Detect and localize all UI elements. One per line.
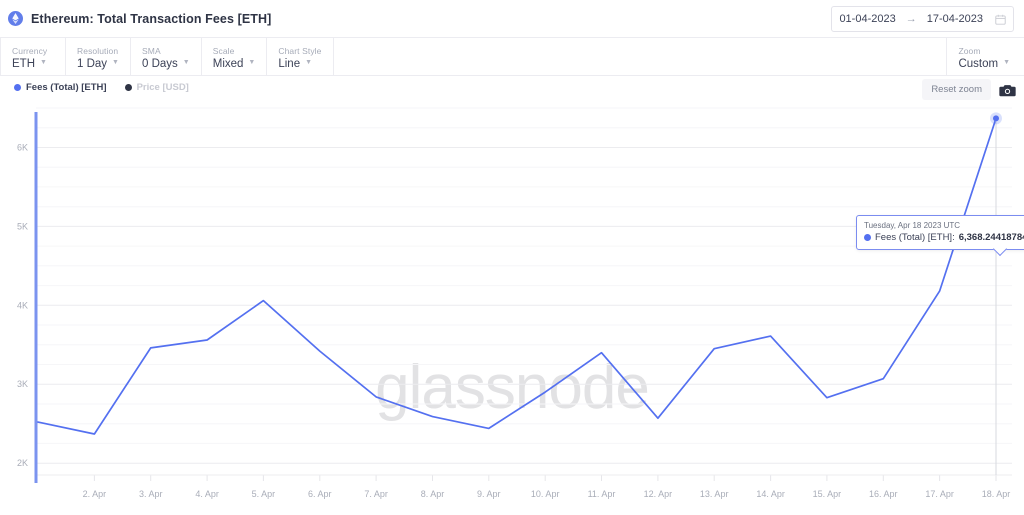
x-axis-labels: 2. Apr 3. Apr 4. Apr 5. Apr 6. Apr 7. Apr 8. A… — [83, 489, 1011, 499]
control-currency-value-text: ETH — [12, 57, 35, 70]
control-currency[interactable]: Currency ETH ▼ — [0, 38, 66, 75]
legend-row: Fees (Total) [ETH] Price [USD] Reset zoo… — [0, 76, 1024, 102]
toolbar-right-group: Zoom Custom ▼ — [946, 38, 1024, 75]
legend-item-fees[interactable]: Fees (Total) [ETH] — [14, 82, 107, 93]
svg-text:6. Apr: 6. Apr — [308, 489, 332, 499]
control-zoom-value-text: Custom — [958, 57, 999, 70]
date-to-value[interactable]: 17-04-2023 — [927, 13, 983, 25]
chart-tooltip: Tuesday, Apr 18 2023 UTC Fees (Total) [E… — [856, 215, 1024, 257]
chevron-down-icon: ▼ — [1003, 58, 1010, 66]
svg-text:12. Apr: 12. Apr — [644, 489, 673, 499]
svg-text:2. Apr: 2. Apr — [83, 489, 107, 499]
svg-text:4K: 4K — [17, 300, 28, 310]
control-chart-style[interactable]: Chart Style Line ▼ — [267, 38, 334, 75]
legend-item-price[interactable]: Price [USD] — [124, 82, 189, 93]
legend-item-fees-label: Fees (Total) [ETH] — [26, 82, 107, 93]
svg-text:5K: 5K — [17, 221, 28, 231]
chevron-down-icon: ▼ — [248, 58, 256, 66]
chart-toolbar: Currency ETH ▼ Resolution 1 Day ▼ SMA 0 … — [0, 38, 1024, 76]
control-chart-style-value[interactable]: Line ▼ — [278, 57, 321, 71]
control-currency-label: Currency — [12, 45, 48, 56]
tooltip-value: 6,368.24418784 — [958, 232, 1024, 243]
svg-text:4. Apr: 4. Apr — [195, 489, 219, 499]
svg-text:2K: 2K — [17, 458, 28, 468]
x-axis-ticks — [93, 475, 997, 481]
calendar-icon[interactable] — [995, 14, 1006, 25]
title-group: Ethereum: Total Transaction Fees [ETH] — [0, 11, 271, 26]
tooltip-series-label: Fees (Total) [ETH]: — [875, 232, 955, 243]
svg-text:11. Apr: 11. Apr — [588, 489, 616, 499]
svg-text:9. Apr: 9. Apr — [477, 489, 501, 499]
control-sma-value-text: 0 Days — [142, 57, 178, 70]
ethereum-icon — [8, 11, 23, 26]
chevron-down-icon: ▼ — [40, 58, 47, 66]
legend-dot-icon — [124, 84, 132, 91]
control-currency-value[interactable]: ETH ▼ — [12, 57, 54, 71]
legend-item-price-label: Price [USD] — [136, 82, 189, 93]
control-chart-style-value-text: Line — [278, 57, 301, 70]
tooltip-date: Tuesday, Apr 18 2023 UTC — [864, 221, 961, 230]
control-zoom-value[interactable]: Custom ▼ — [958, 57, 1010, 71]
control-scale-value-text: Mixed — [212, 57, 244, 70]
svg-text:8. Apr: 8. Apr — [421, 489, 445, 499]
chart-actions: Reset zoom — [922, 79, 1016, 100]
svg-text:15. Apr: 15. Apr — [813, 489, 842, 499]
svg-text:7. Apr: 7. Apr — [364, 489, 388, 499]
chevron-down-icon: ▼ — [112, 58, 119, 66]
svg-text:13. Apr: 13. Apr — [700, 489, 729, 499]
svg-text:14. Apr: 14. Apr — [756, 489, 785, 499]
chevron-down-icon: ▼ — [305, 58, 313, 66]
control-chart-style-label: Chart Style — [278, 45, 322, 56]
svg-text:6K: 6K — [17, 143, 28, 153]
camera-icon[interactable] — [999, 83, 1016, 97]
chevron-down-icon: ▼ — [182, 58, 190, 66]
page-header: Ethereum: Total Transaction Fees [ETH] 0… — [0, 0, 1024, 38]
svg-text:16. Apr: 16. Apr — [869, 489, 898, 499]
control-scale[interactable]: Scale Mixed ▼ — [202, 38, 268, 75]
control-zoom[interactable]: Zoom Custom ▼ — [946, 38, 1024, 75]
glassnode-chart-page: Ethereum: Total Transaction Fees [ETH] 0… — [0, 0, 1024, 513]
control-resolution-value[interactable]: 1 Day ▼ — [77, 57, 119, 71]
svg-text:3K: 3K — [17, 379, 28, 389]
control-scale-value[interactable]: Mixed ▼ — [213, 57, 256, 71]
date-range-picker[interactable]: 01-04-2023 → 17-04-2023 — [831, 6, 1014, 32]
y-axis-labels: 2K 3K 4K 5K 6K — [17, 143, 28, 469]
control-sma[interactable]: SMA 0 Days ▼ — [131, 38, 202, 75]
svg-text:17. Apr: 17. Apr — [925, 489, 954, 499]
svg-text:3. Apr: 3. Apr — [139, 489, 163, 499]
chart-area[interactable]: glassnode 2K 3K 4K 5K 6K 2. Apr 3. Apr 4. Apr 5.… — [0, 102, 1024, 515]
legend-dot-icon — [14, 84, 21, 91]
chart-legend: Fees (Total) [ETH] Price [USD] — [14, 82, 189, 93]
tooltip-dot-icon — [864, 234, 871, 241]
reset-zoom-button[interactable]: Reset zoom — [922, 79, 991, 100]
svg-text:18. Apr: 18. Apr — [982, 489, 1011, 499]
svg-text:5. Apr: 5. Apr — [252, 489, 276, 499]
page-title: Ethereum: Total Transaction Fees [ETH] — [31, 11, 272, 26]
svg-text:10. Apr: 10. Apr — [531, 489, 560, 499]
control-resolution[interactable]: Resolution 1 Day ▼ — [66, 38, 131, 75]
date-from-value[interactable]: 01-04-2023 — [839, 13, 895, 25]
date-arrow-icon: → — [905, 13, 917, 25]
control-resolution-value-text: 1 Day — [77, 57, 108, 70]
fees-line-chart[interactable]: 2K 3K 4K 5K 6K 2. Apr 3. Apr 4. Apr 5. Apr 6. Apr… — [0, 102, 1024, 515]
control-sma-value[interactable]: 0 Days ▼ — [142, 57, 190, 71]
